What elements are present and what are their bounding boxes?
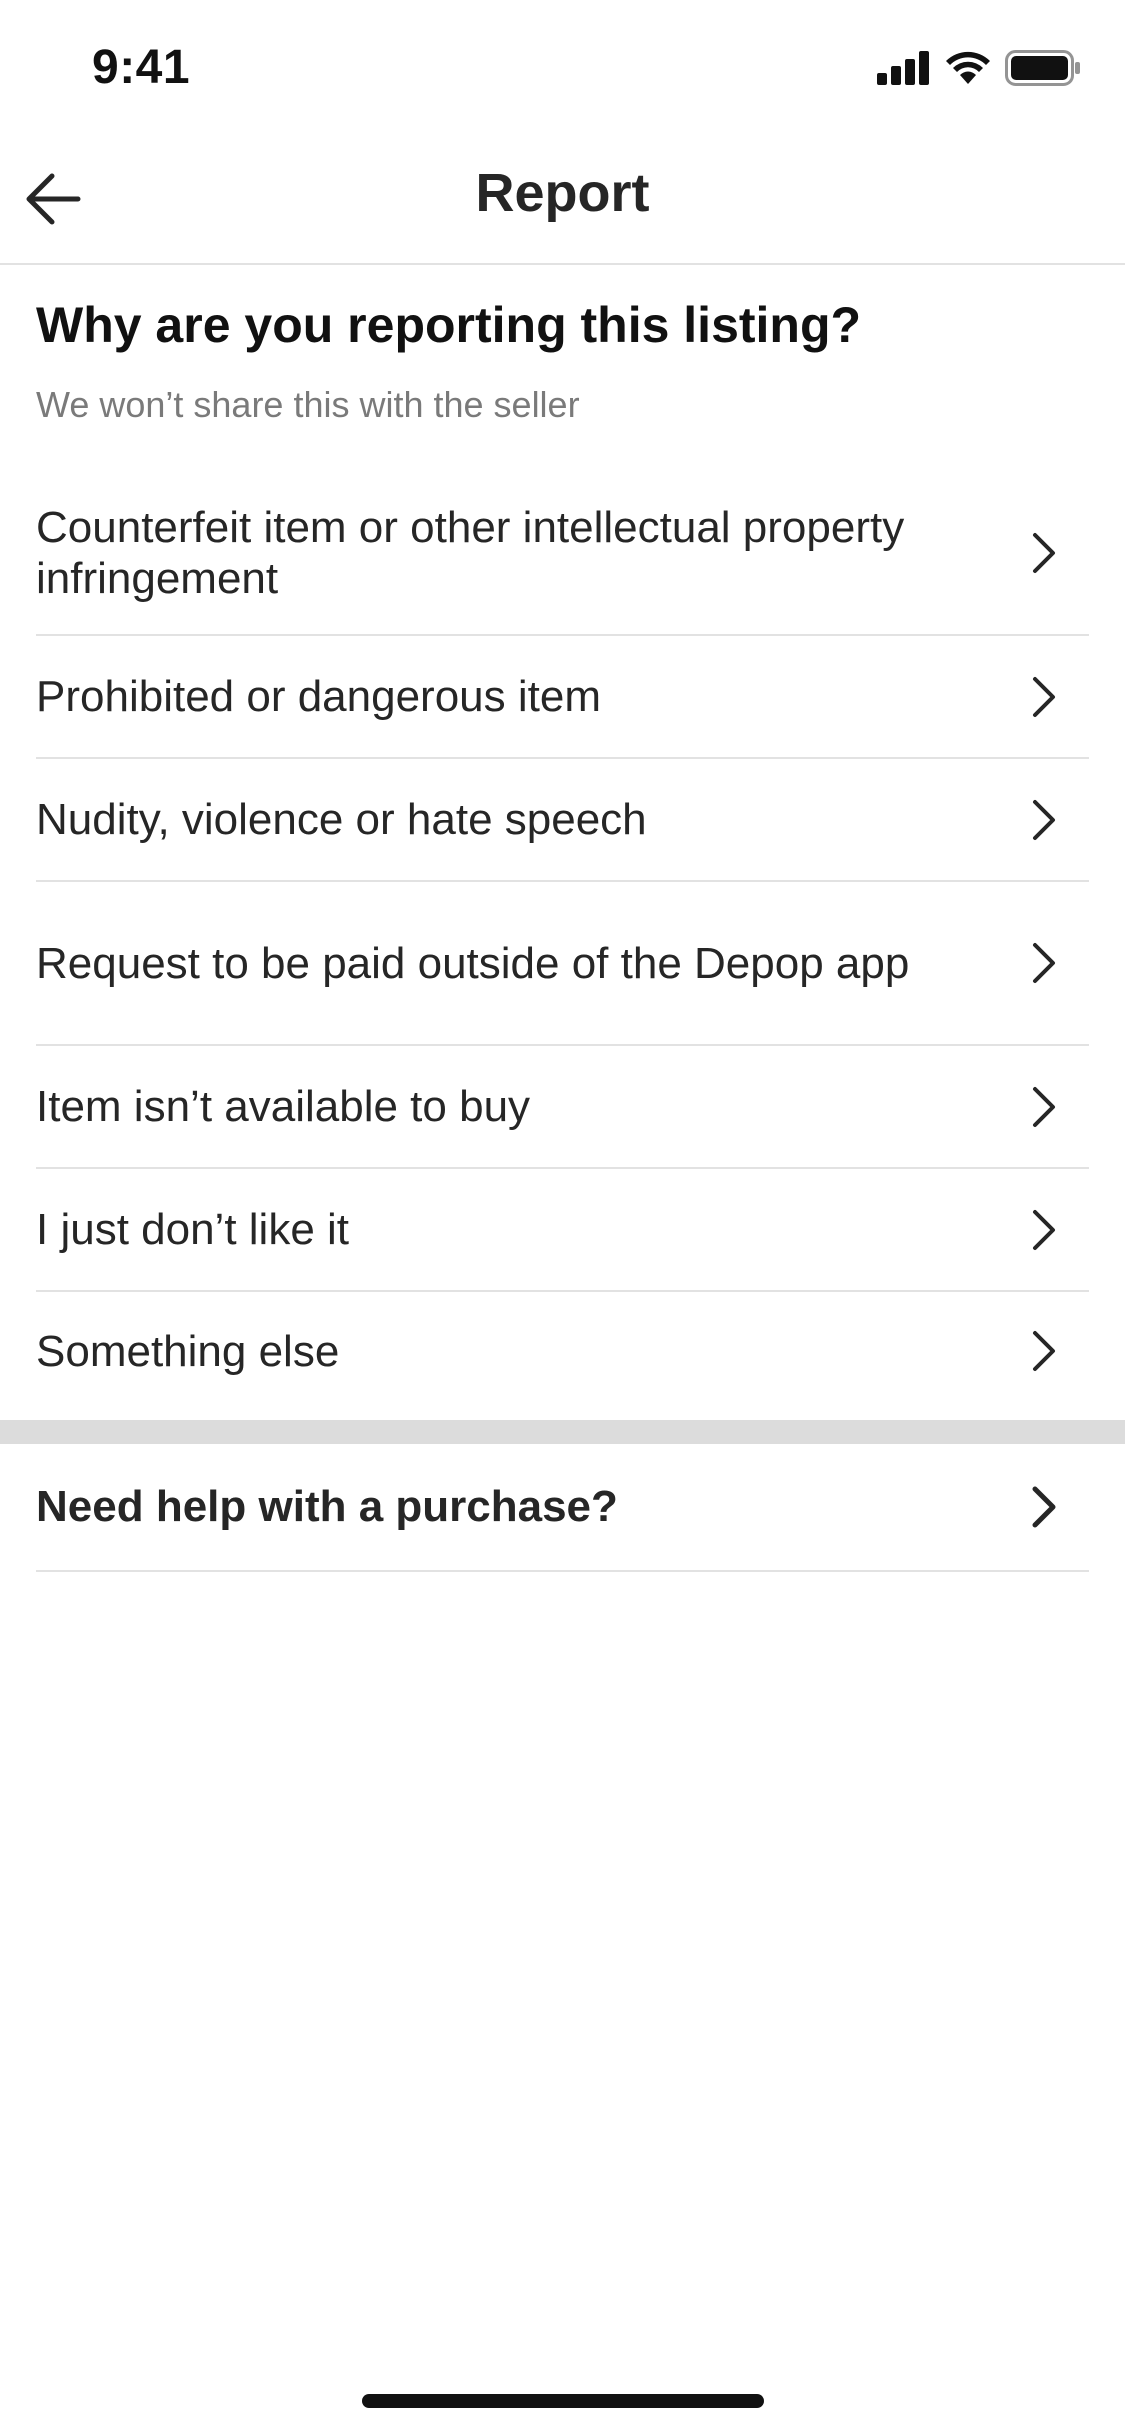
chevron-right-icon [1033,943,1055,983]
status-icons [877,50,1081,86]
wifi-icon [946,51,990,84]
reason-list: Counterfeit item or other intellectual p… [36,472,1089,1410]
home-indicator [362,2394,764,2408]
reason-item-something-else[interactable]: Something else [36,1292,1089,1410]
reason-item-outside-payment[interactable]: Request to be paid outside of the Depop … [36,882,1089,1046]
reason-item-counterfeit[interactable]: Counterfeit item or other intellectual p… [36,472,1089,636]
report-screen: 9:41 Report Why are you reporting this l… [0,0,1125,2436]
chevron-right-icon [1033,533,1055,573]
reason-item-unavailable[interactable]: Item isn’t available to buy [36,1046,1089,1169]
reason-label: Request to be paid outside of the Depop … [36,938,910,988]
reason-item-nudity[interactable]: Nudity, violence or hate speech [36,759,1089,882]
chevron-right-icon [1033,676,1055,717]
reason-label: I just don’t like it [36,1205,350,1254]
reason-label: Something else [36,1326,340,1376]
help-purchase-label: Need help with a purchase? [36,1482,618,1531]
report-question: Why are you reporting this listing? [36,297,862,353]
status-time: 9:41 [92,41,191,94]
report-subtext: We won’t share this with the seller [36,384,580,425]
reason-label: Item isn’t available to buy [36,1082,531,1131]
reason-item-dont-like[interactable]: I just don’t like it [36,1169,1089,1292]
chevron-right-icon [1033,1209,1055,1250]
help-purchase-item[interactable]: Need help with a purchase? [36,1444,1089,1572]
reason-label: Prohibited or dangerous item [36,672,601,721]
chevron-right-icon [1033,1331,1055,1371]
reason-label: Counterfeit item or other intellectual p… [36,503,905,603]
chevron-right-icon [1033,1086,1055,1127]
chevron-right-icon [1032,1486,1056,1528]
page-title: Report [475,163,650,223]
status-bar: 9:41 [0,0,1125,132]
battery-icon [1005,50,1080,86]
reason-item-prohibited[interactable]: Prohibited or dangerous item [36,636,1089,759]
chevron-right-icon [1033,799,1055,840]
section-divider [0,1420,1125,1444]
nav-header: Report [0,132,1125,265]
cellular-signal-icon [877,51,929,85]
reason-label: Nudity, violence or hate speech [36,795,647,844]
